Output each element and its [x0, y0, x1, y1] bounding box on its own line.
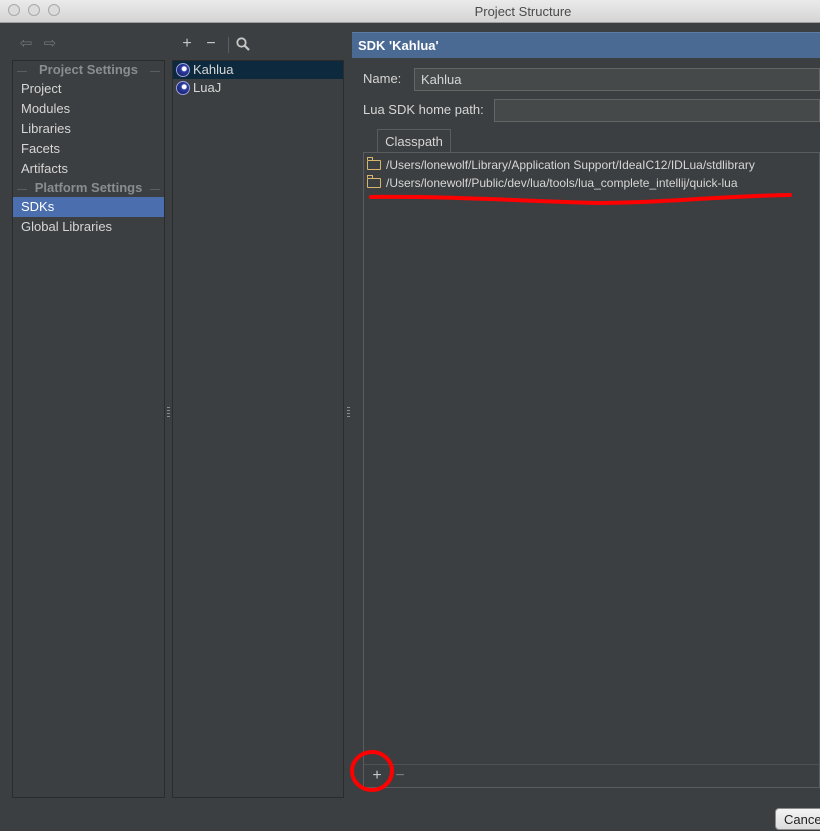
annotation-overlay: [350, 193, 792, 792]
annotation-circle: [350, 750, 394, 792]
annotation-underline: [369, 193, 792, 206]
cancel-button[interactable]: Cance: [775, 808, 820, 830]
